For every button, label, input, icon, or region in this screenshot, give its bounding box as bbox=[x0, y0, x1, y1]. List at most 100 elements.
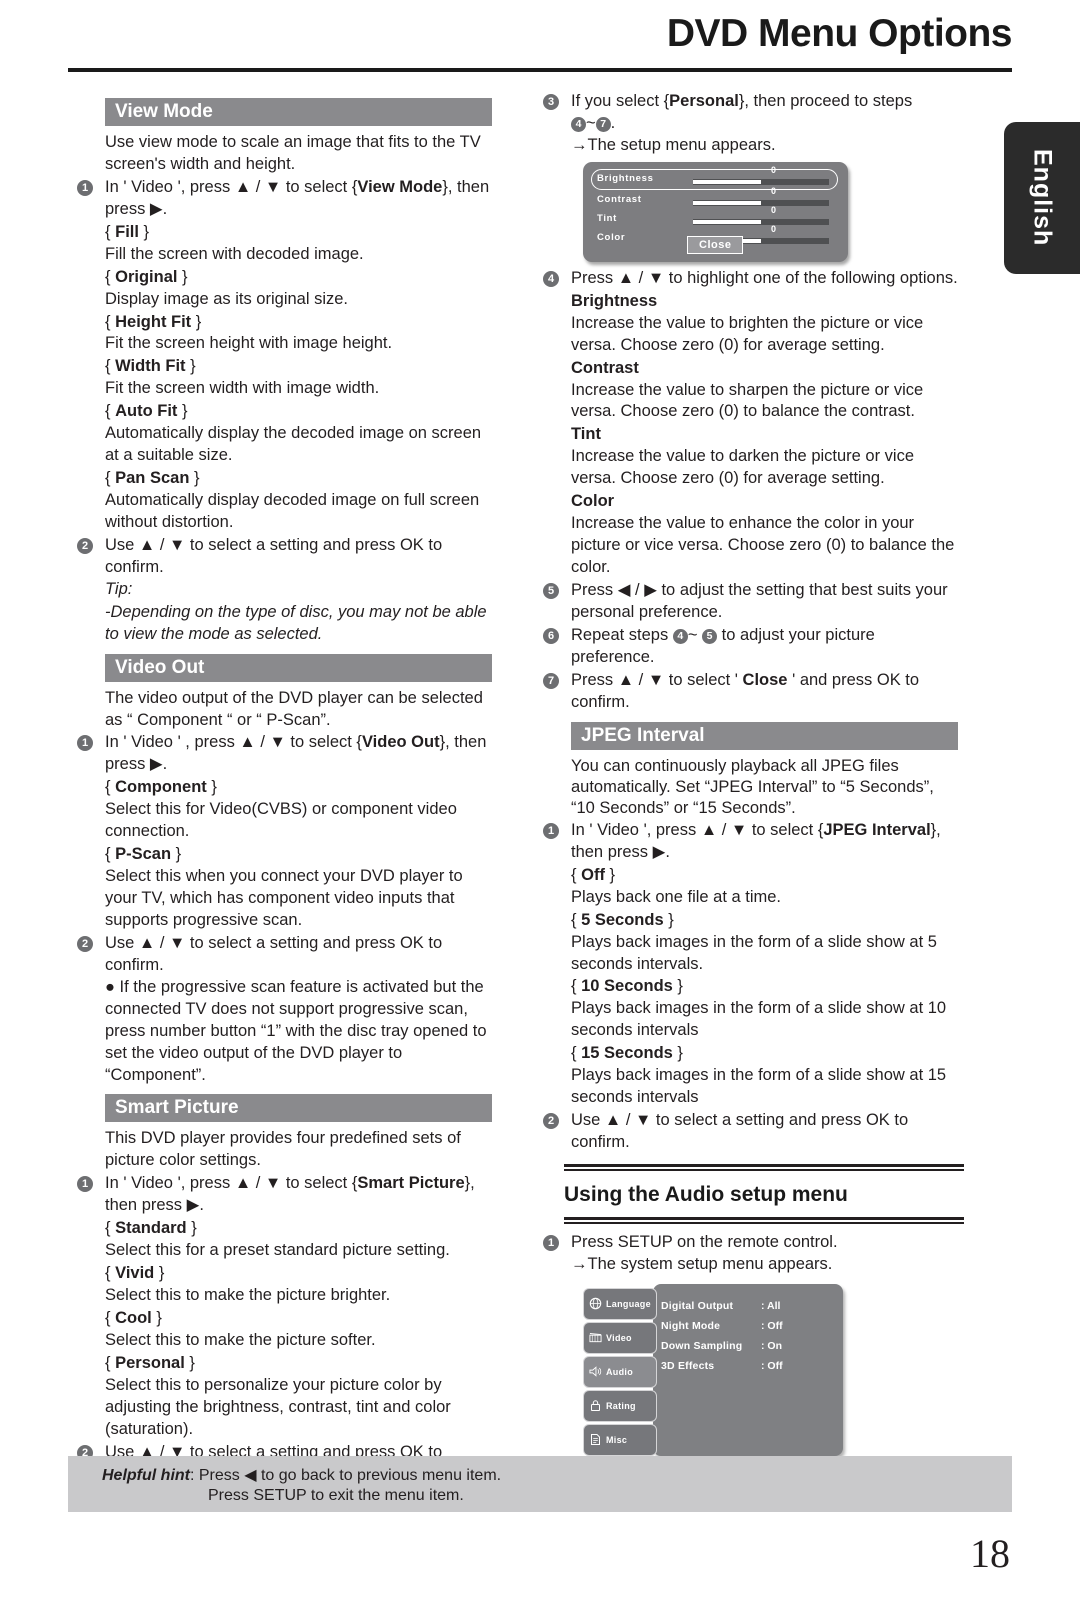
language-tab: English bbox=[1004, 122, 1080, 274]
inline-step-number: 4 bbox=[672, 628, 688, 644]
step-text-bold: JPEG Interval bbox=[823, 820, 931, 839]
option-desc: Automatically display the decoded image … bbox=[105, 424, 482, 465]
osd-tab-rating[interactable]: Rating bbox=[583, 1389, 657, 1422]
section-title: Video Out bbox=[115, 656, 205, 678]
osd-value-digital-output: : All bbox=[761, 1299, 781, 1312]
smart-picture-step-1: 1 In ' Video ', press ▲ / ▼ to select {S… bbox=[72, 1173, 492, 1217]
step-number: 1 bbox=[77, 735, 93, 752]
osd-tab-misc[interactable]: Misc bbox=[583, 1423, 657, 1456]
osd-item-night-mode[interactable]: Night Mode bbox=[661, 1320, 720, 1332]
option-desc: Plays back images in the form of a slide… bbox=[571, 999, 947, 1040]
option-desc: Select this for Video(CVBS) or component… bbox=[105, 800, 457, 841]
smart-picture-intro: This DVD player provides four predefined… bbox=[105, 1129, 461, 1170]
osd-system-setup-menu: Language Video Audio Rating Misc Digital… bbox=[583, 1283, 843, 1456]
osd-item-digital-output[interactable]: Digital Output bbox=[661, 1300, 733, 1312]
document-icon bbox=[591, 1434, 600, 1446]
helpful-hint-label: Helpful hint bbox=[102, 1467, 190, 1484]
osd-value-3d-effects: : Off bbox=[761, 1359, 783, 1372]
option-name: Color bbox=[571, 492, 615, 511]
personal-step-4: 4 Press ▲ / ▼ to highlight one of the fo… bbox=[538, 268, 958, 290]
osd-tab-video[interactable]: Video bbox=[583, 1321, 657, 1354]
option-name: { Fill } bbox=[105, 222, 150, 241]
section-header-smart-picture: Smart Picture bbox=[105, 1094, 492, 1123]
step-text-post: }, then proceed to steps bbox=[738, 92, 913, 110]
osd-item-down-sampling[interactable]: Down Sampling bbox=[661, 1340, 742, 1352]
right-column: 3 If you select {Personal}, then proceed… bbox=[538, 90, 964, 1456]
option-desc: Select this for a preset standard pictur… bbox=[105, 1241, 450, 1260]
option-name: { Auto Fit } bbox=[105, 402, 188, 421]
option-desc: Plays back one file at a time. bbox=[571, 887, 782, 906]
personal-step-7: 7 Press ▲ / ▼ to select ' Close ' and pr… bbox=[538, 670, 958, 714]
section-title: JPEG Interval bbox=[581, 724, 705, 746]
osd-tab-label: Audio bbox=[606, 1366, 633, 1377]
page-number: 18 bbox=[970, 1531, 1010, 1576]
osd-label-color: Color bbox=[597, 231, 626, 243]
inline-step-number: 5 bbox=[702, 628, 718, 644]
osd-close-button[interactable]: Close bbox=[687, 235, 744, 254]
step-text-bold: Personal bbox=[669, 92, 739, 110]
step-text: Press ▲ / ▼ to highlight one of the foll… bbox=[571, 268, 958, 287]
step-text-pre: Repeat steps bbox=[571, 625, 669, 644]
page-title: DVD Menu Options bbox=[666, 12, 1013, 55]
helpful-hint-line-2: Press SETUP to exit the menu item. bbox=[208, 1487, 464, 1504]
osd-tab-audio[interactable]: Audio bbox=[583, 1355, 657, 1388]
option-desc: Select this to make the picture softer. bbox=[105, 1330, 376, 1349]
osd-label-tint: Tint bbox=[597, 212, 618, 224]
osd-slider-fill bbox=[693, 200, 761, 205]
option-name: { 10 Seconds } bbox=[571, 977, 683, 996]
range-end: . bbox=[610, 113, 616, 132]
lock-icon bbox=[591, 1400, 600, 1412]
step-number: 7 bbox=[543, 672, 559, 689]
inline-step-number: 7 bbox=[595, 116, 611, 132]
personal-step-6: 6 Repeat steps 4 ~ 5 to adjust your pictu… bbox=[538, 625, 958, 669]
inline-step-number: 4 bbox=[571, 116, 586, 132]
view-mode-step-2: 2 Use ▲ / ▼ to select a setting and pres… bbox=[72, 535, 492, 579]
step-text-pre: If you select { bbox=[571, 92, 670, 110]
osd-tab-language[interactable]: Language bbox=[583, 1287, 657, 1320]
step-number: 2 bbox=[543, 1113, 559, 1130]
step-text-pre: In ' Video ', press ▲ / ▼ to select { bbox=[571, 820, 824, 839]
osd-slider-tint[interactable] bbox=[693, 218, 829, 225]
osd-slider-brightness[interactable] bbox=[693, 178, 829, 185]
step-text: Press SETUP on the remote control. bbox=[571, 1232, 838, 1251]
option-desc: Increase the value to enhance the color … bbox=[571, 514, 955, 576]
personal-step-3: 3 If you select {Personal}, then proceed… bbox=[538, 91, 958, 135]
separator-below-audio-setup bbox=[564, 1216, 964, 1224]
separator-above-audio-setup bbox=[564, 1163, 964, 1171]
osd-picture-adjust: Brightness 0 Contrast 0 Tint 0 Color 0 C… bbox=[583, 161, 848, 262]
step-text: Press ◀ / ▶ to adjust the setting that b… bbox=[571, 580, 948, 621]
osd-item-3d-effects[interactable]: 3D Effects bbox=[661, 1360, 714, 1372]
step-text-pre: In ' Video ', press ▲ / ▼ to select { bbox=[105, 1174, 358, 1193]
video-out-intro: The video output of the DVD player can b… bbox=[105, 688, 483, 729]
option-name: Brightness bbox=[571, 291, 658, 310]
osd-tab-label: Video bbox=[606, 1332, 632, 1343]
option-name: { Original } bbox=[105, 267, 188, 286]
step-number: 2 bbox=[77, 537, 93, 554]
setup-menu-appears: →The setup menu appears. bbox=[571, 135, 776, 154]
page-header: DVD Menu Options bbox=[68, 12, 1013, 55]
audio-setup-result: →The system setup menu appears. bbox=[571, 1254, 833, 1273]
section-header-video-out: Video Out bbox=[105, 653, 492, 682]
osd-tab-label: Misc bbox=[606, 1434, 628, 1445]
range-separator: ~ bbox=[586, 113, 596, 132]
step-number: 6 bbox=[543, 627, 559, 644]
jpeg-interval-step-1: 1 In ' Video ', press ▲ / ▼ to select {J… bbox=[538, 820, 958, 864]
video-out-step-1: 1 In ' Video ' , press ▲ / ▼ to select {… bbox=[72, 732, 492, 776]
option-name: { Component } bbox=[105, 778, 217, 797]
view-mode-step-1: 1 In ' Video ', press ▲ / ▼ to select {V… bbox=[72, 177, 492, 221]
osd-slider-contrast[interactable] bbox=[693, 199, 829, 206]
video-out-step-2: 2 Use ▲ / ▼ to select a setting and pres… bbox=[72, 933, 492, 977]
option-desc: Select this when you connect your DVD pl… bbox=[105, 867, 463, 929]
option-desc: Fit the screen height with image height. bbox=[105, 334, 393, 353]
tip-label: Tip: bbox=[105, 579, 133, 598]
option-desc: Increase the value to darken the picture… bbox=[571, 447, 915, 488]
step-text-pre: Press ▲ / ▼ to select ' bbox=[571, 670, 738, 689]
option-name: { Width Fit } bbox=[105, 357, 196, 376]
section-header-jpeg-interval: JPEG Interval bbox=[571, 721, 958, 750]
tip-text: -Depending on the type of disc, you may … bbox=[105, 602, 487, 643]
osd-tab-label: Language bbox=[606, 1298, 651, 1309]
jpeg-interval-intro: You can continuously playback all JPEG f… bbox=[571, 756, 934, 817]
step-text-pre: In ' Video ', press ▲ / ▼ to select { bbox=[105, 177, 358, 196]
option-name: { P-Scan } bbox=[105, 845, 182, 864]
osd-value-night-mode: : Off bbox=[761, 1319, 783, 1332]
